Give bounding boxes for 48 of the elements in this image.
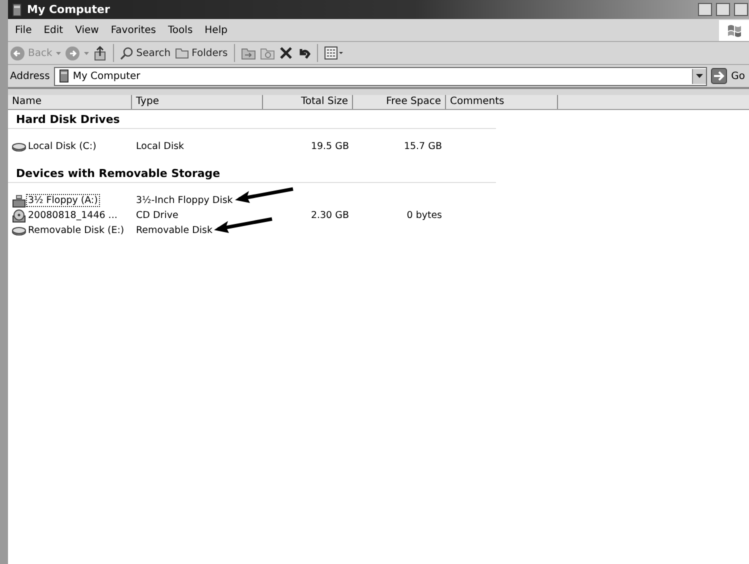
go-arrow-icon	[711, 68, 728, 84]
close-button[interactable]	[734, 3, 748, 16]
folder-icon	[174, 47, 189, 59]
up-folder-icon[interactable]	[93, 46, 108, 60]
total-size: 2.30 GB	[310, 210, 350, 221]
column-header[interactable]: Total Size	[263, 95, 353, 109]
drive-name[interactable]: 3½ Floppy (A:)	[26, 194, 100, 207]
move-to-icon[interactable]	[240, 46, 256, 60]
minimize-button[interactable]	[698, 3, 712, 16]
caret-icon	[696, 74, 704, 78]
menu-item[interactable]: Help	[200, 22, 232, 38]
floppy-drive-icon	[12, 194, 26, 208]
drive-type: Removable Disk	[136, 225, 212, 236]
search-icon	[120, 46, 134, 60]
drive-name[interactable]: Removable Disk (E:)	[26, 224, 126, 237]
total-size: 19.5 GB	[310, 141, 350, 152]
free-space: 0 bytes	[406, 210, 443, 221]
computer-icon	[10, 2, 24, 16]
drive-type: CD Drive	[136, 210, 178, 221]
free-space: 15.7 GB	[402, 141, 443, 152]
menu-item[interactable]: View	[70, 22, 104, 38]
group-header: Hard Disk Drives	[8, 110, 496, 129]
flag-logo-icon	[726, 23, 742, 37]
address-field[interactable]: My Computer	[54, 66, 708, 86]
search-button[interactable]: Search	[120, 46, 171, 60]
drive-type: 3½-Inch Floppy Disk	[136, 195, 233, 206]
folders-button[interactable]: Folders	[174, 47, 228, 59]
drive-type: Local Disk	[136, 141, 184, 152]
computer-icon	[56, 69, 69, 83]
menu-item[interactable]: Tools	[163, 22, 198, 38]
column-header[interactable]: Name	[8, 95, 132, 109]
views-icon[interactable]	[324, 46, 344, 60]
column-header[interactable]: Comments	[446, 95, 558, 109]
address-label: Address	[10, 70, 50, 82]
cd-drive-icon	[12, 208, 26, 222]
go-button[interactable]: Go	[711, 68, 747, 84]
column-header[interactable]: Type	[132, 95, 263, 109]
menu-item[interactable]: Edit	[38, 22, 68, 38]
drive-name[interactable]: 20080818_1446 ...	[26, 209, 120, 222]
dropdown-button[interactable]	[692, 68, 706, 84]
group-header: Devices with Removable Storage	[8, 164, 496, 183]
maximize-button[interactable]	[716, 3, 730, 16]
delete-icon[interactable]	[278, 46, 293, 60]
menu-item[interactable]: Favorites	[106, 22, 162, 38]
window-title: My Computer	[27, 3, 110, 16]
column-header[interactable]: Free Space	[353, 95, 446, 109]
drive-name[interactable]: Local Disk (C:)	[26, 140, 98, 153]
menu-item[interactable]: File	[10, 22, 37, 38]
